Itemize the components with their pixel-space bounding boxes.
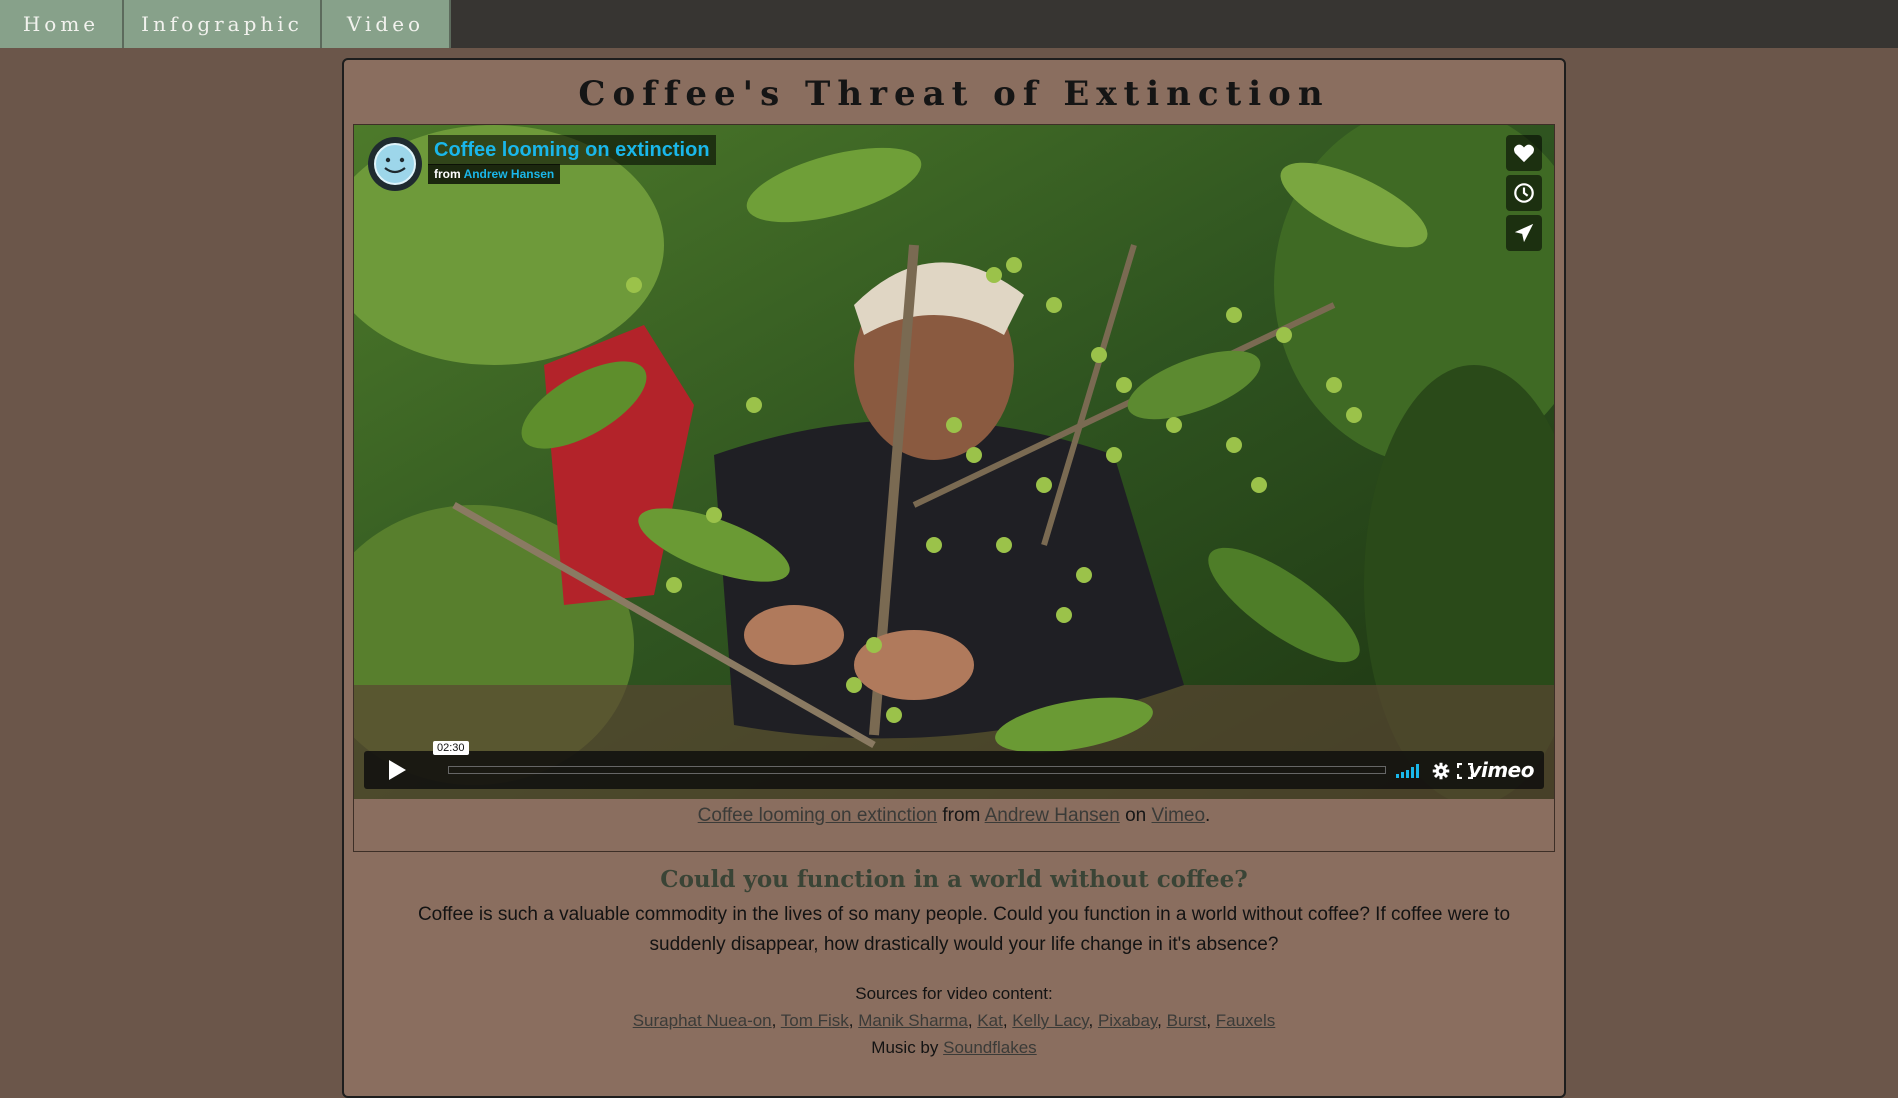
- caption-on-text: on: [1125, 805, 1147, 826]
- heart-icon: [1514, 144, 1534, 163]
- watch-later-button[interactable]: [1506, 175, 1542, 211]
- vimeo-logo-link[interactable]: vimeo: [1468, 758, 1534, 782]
- source-link[interactable]: Pixabay: [1098, 1011, 1157, 1030]
- source-link[interactable]: Fauxels: [1216, 1011, 1276, 1030]
- avatar-face-icon: [374, 143, 416, 185]
- settings-icon[interactable]: [1432, 762, 1450, 780]
- music-link[interactable]: Soundflakes: [943, 1038, 1037, 1057]
- video-container: Coffee looming on extinction from Andrew…: [353, 124, 1555, 852]
- caption-author-link[interactable]: Andrew Hansen: [985, 805, 1120, 826]
- byline-author-link[interactable]: Andrew Hansen: [464, 167, 555, 181]
- source-link[interactable]: Kat: [977, 1011, 1003, 1030]
- separator: ,: [848, 1011, 859, 1030]
- source-link[interactable]: Manik Sharma: [858, 1011, 968, 1030]
- volume-icon[interactable]: [1396, 764, 1422, 778]
- source-link[interactable]: Suraphat Nuea-on: [633, 1011, 772, 1030]
- caption-period: .: [1205, 805, 1211, 826]
- section-heading: Could you function in a world without co…: [660, 866, 1248, 893]
- source-link[interactable]: Kelly Lacy: [1012, 1011, 1088, 1030]
- play-icon: [389, 760, 406, 780]
- play-button[interactable]: [364, 751, 430, 789]
- paper-plane-icon: [1514, 223, 1534, 243]
- author-avatar[interactable]: [368, 137, 422, 191]
- timecode-tooltip: 02:30: [433, 741, 469, 755]
- byline-from-label: from: [434, 167, 461, 181]
- source-link[interactable]: Burst: [1167, 1011, 1207, 1030]
- clock-icon: [1514, 183, 1534, 203]
- sources-label: Sources for video content:: [855, 984, 1053, 1003]
- video-title-link[interactable]: Coffee looming on extinction: [428, 135, 716, 165]
- separator: ,: [1002, 1011, 1013, 1030]
- caption-vimeo-link[interactable]: Vimeo: [1152, 805, 1206, 826]
- nav-tab-infographic[interactable]: Infographic: [124, 0, 322, 48]
- nav-tab-video[interactable]: Video: [322, 0, 451, 48]
- music-credit: Music by Soundflakes: [344, 1038, 1564, 1058]
- video-byline: from Andrew Hansen: [428, 164, 561, 184]
- separator: ,: [1088, 1011, 1098, 1030]
- top-navigation-bar: Home Infographic Video: [0, 0, 1898, 48]
- player-control-bar: 02:30 vimeo: [364, 741, 1544, 789]
- caption-from-text: from: [942, 805, 981, 826]
- separator: ,: [1206, 1011, 1216, 1030]
- video-thumbnail: [354, 125, 1554, 799]
- article-paragraph: Coffee is such a valuable commodity in t…: [417, 904, 1511, 955]
- caption-video-link[interactable]: Coffee looming on extinction: [698, 805, 937, 826]
- video-player[interactable]: Coffee looming on extinction from Andrew…: [354, 125, 1554, 799]
- page-title: Coffee's Threat of Extinction: [578, 74, 1330, 114]
- separator: ,: [1157, 1011, 1167, 1030]
- sources-links: Suraphat Nuea-on, Tom Fisk, Manik Sharma…: [344, 1011, 1564, 1031]
- content-panel: Coffee's Threat of Extinction Coffee loo…: [342, 58, 1566, 1098]
- progress-bar[interactable]: [448, 766, 1386, 774]
- source-link[interactable]: Tom Fisk: [781, 1011, 849, 1030]
- separator: ,: [967, 1011, 978, 1030]
- like-button[interactable]: [1506, 135, 1542, 171]
- video-caption: Coffee looming on extinction from Andrew…: [354, 805, 1554, 827]
- separator: ,: [771, 1011, 781, 1030]
- music-label: Music by: [871, 1038, 939, 1057]
- nav-tab-home[interactable]: Home: [0, 0, 124, 48]
- share-button[interactable]: [1506, 215, 1542, 251]
